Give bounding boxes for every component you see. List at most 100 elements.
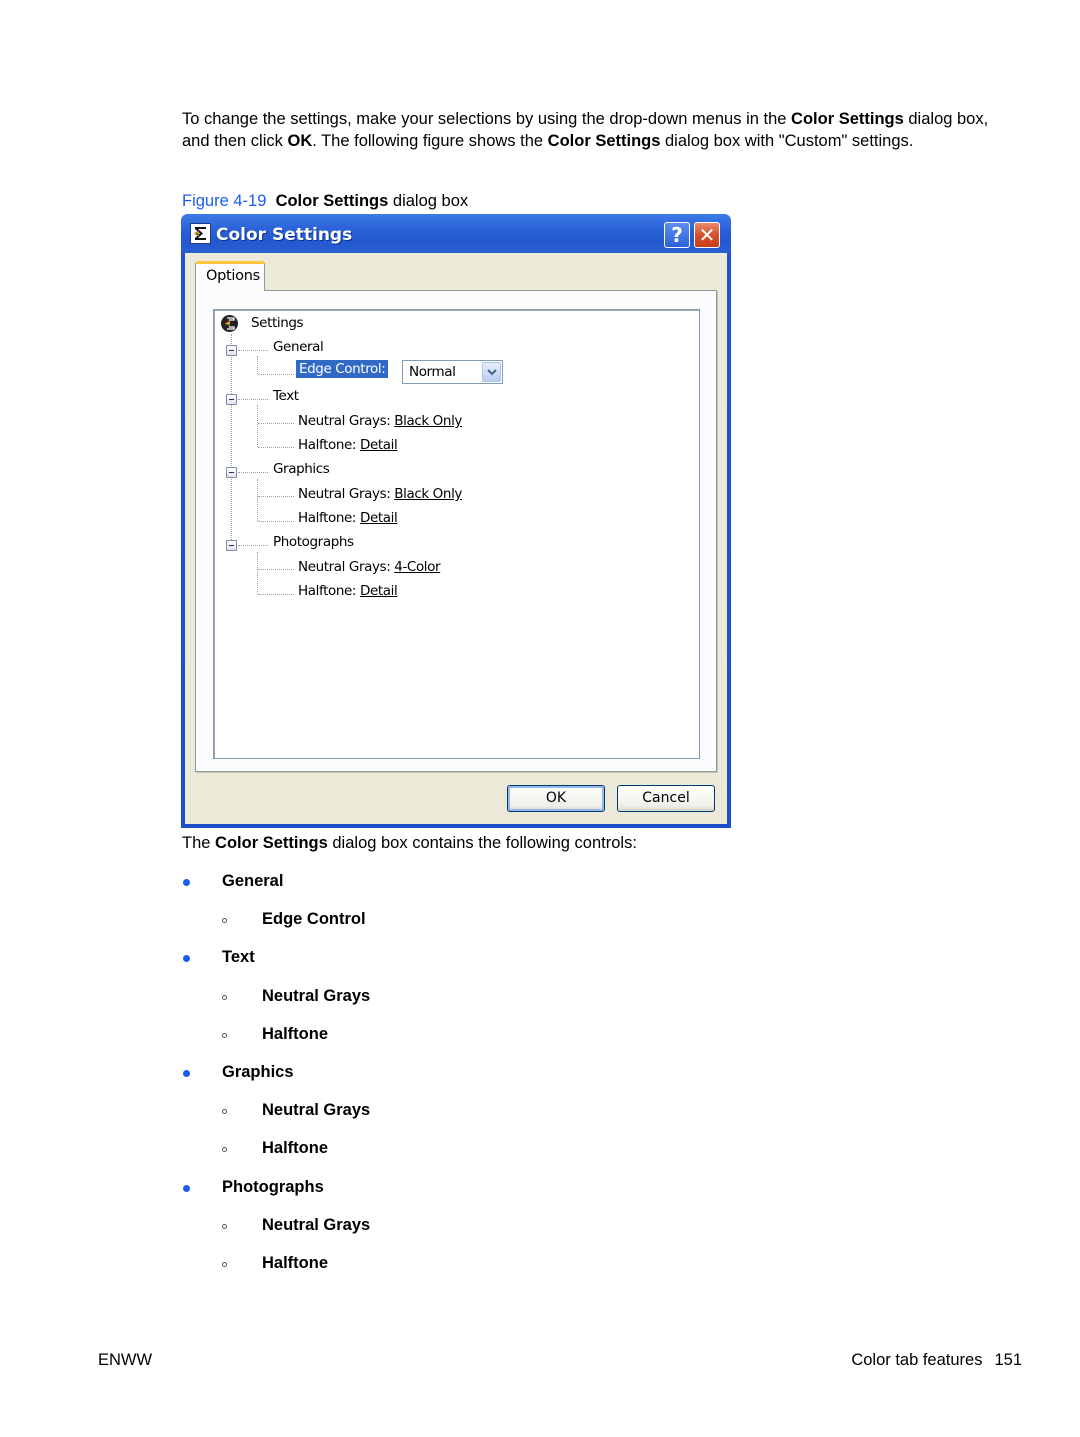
setting-label: Neutral Grays: [298, 413, 395, 429]
bullet-icon [183, 1070, 190, 1077]
footer-left: ENWW [98, 1351, 153, 1369]
sub-bullet-icon [222, 994, 227, 1000]
settings-root-icon [220, 314, 239, 333]
tree-connector [258, 569, 294, 570]
setting-label: Halftone: [298, 437, 360, 453]
setting-value-link[interactable]: Detail [360, 583, 398, 599]
tree-node-graphics-neutral-grays[interactable]: Neutral Grays: Black Only [298, 486, 462, 502]
intro-bold: Color Settings [547, 131, 661, 150]
tree-node-photographs-neutral-grays[interactable]: Neutral Grays: 4-Color [298, 559, 441, 575]
tree-connector [258, 374, 294, 375]
sub-list-item: Neutral Grays [262, 1101, 371, 1120]
tree-connector [257, 356, 258, 374]
footer-section: Color tab features [851, 1351, 983, 1369]
printer-app-icon [190, 223, 211, 244]
ok-button[interactable]: OK [507, 785, 605, 812]
sub-list-item: Edge Control [262, 910, 366, 929]
setting-label: Neutral Grays: [298, 486, 395, 502]
tree-connector [257, 552, 258, 594]
setting-label: Halftone: [298, 583, 360, 599]
figure-title-rest: dialog box [388, 192, 469, 210]
footer-right: Color tab features 151 [851, 1351, 1022, 1370]
sub-list-item: Halftone [262, 1254, 328, 1272]
collapse-icon[interactable] [226, 540, 237, 551]
tree-node-photographs[interactable]: Photographs [273, 534, 354, 550]
summary-paragraph: The Color Settings dialog box contains t… [182, 834, 637, 853]
bullet-icon [183, 879, 190, 886]
setting-value-link[interactable]: 4-Color [394, 559, 440, 575]
edge-control-label[interactable]: Edge Control: [296, 360, 389, 378]
sub-list-item: Halftone [262, 1024, 328, 1043]
cancel-button[interactable]: Cancel [617, 785, 715, 812]
options-tab-panel: Settings General Edge Control: Normal Te… [195, 290, 717, 772]
intro-bold: OK [287, 131, 313, 150]
setting-value-link[interactable]: Black Only [394, 486, 462, 502]
tree-node-photographs-halftone[interactable]: Halftone: Detail [298, 583, 398, 599]
figure-title-bold: Color Settings [275, 192, 389, 210]
setting-label: Neutral Grays: [298, 559, 395, 575]
edge-control-value: Normal [409, 364, 456, 380]
sub-bullet-icon [222, 1109, 227, 1115]
intro-paragraph: To change the settings, make your select… [182, 109, 1012, 152]
tree-node-graphics-halftone[interactable]: Halftone: Detail [298, 510, 398, 526]
intro-text: dialog box with "Custom" settings. [660, 131, 914, 150]
tree-node-general[interactable]: General [273, 339, 324, 355]
figure-label: Figure 4-19 [182, 192, 267, 210]
bullet-icon [183, 1184, 190, 1192]
color-settings-dialog: Color Settings ? ✕ Options Settings Gene… [181, 214, 731, 828]
tree-connector [231, 334, 232, 546]
tree-connector [257, 405, 258, 447]
sub-list-item: Neutral Grays [262, 1215, 371, 1234]
help-button[interactable]: ? [664, 222, 690, 248]
setting-value-link[interactable]: Detail [360, 437, 398, 453]
list-item: Photographs [222, 1177, 324, 1196]
sub-bullet-icon [222, 1262, 227, 1267]
tree-node-text-neutral-grays[interactable]: Neutral Grays: Black Only [298, 413, 462, 429]
list-item: Text [222, 948, 255, 967]
tree-connector [238, 472, 268, 473]
list-item: General [222, 872, 284, 890]
dialog-title: Color Settings [216, 225, 353, 245]
setting-label: Halftone: [298, 510, 360, 526]
tree-connector [258, 423, 294, 424]
sub-bullet-icon [222, 1223, 227, 1229]
tree-connector [258, 496, 294, 497]
sub-list-item: Halftone [262, 1139, 328, 1158]
tree-connector [238, 545, 268, 546]
summary-text: The [182, 834, 216, 852]
dialog-client-area: Options Settings General Edge Control: N… [185, 253, 727, 824]
tree-connector [258, 447, 294, 448]
tree-connector [257, 479, 258, 521]
list-item: Graphics [222, 1063, 294, 1081]
tree-connector [258, 521, 294, 522]
title-bar[interactable]: Color Settings ? ✕ [181, 214, 731, 253]
settings-tree[interactable]: Settings General Edge Control: Normal Te… [213, 309, 700, 759]
intro-text: To change the settings, make your select… [182, 110, 792, 128]
intro-bold: Color Settings [791, 110, 904, 128]
intro-text: . The following figure shows the [312, 131, 548, 150]
summary-text: dialog box contains the following contro… [327, 834, 637, 852]
edge-control-dropdown[interactable]: Normal [402, 360, 503, 384]
tree-node-graphics[interactable]: Graphics [273, 461, 330, 477]
figure-caption: Figure 4-19 Color Settings dialog box [182, 191, 468, 211]
chevron-down-icon[interactable] [482, 362, 501, 382]
sub-list-item: Neutral Grays [262, 986, 371, 1005]
tree-node-settings[interactable]: Settings [251, 315, 304, 331]
sub-bullet-icon [222, 918, 227, 924]
summary-bold: Color Settings [215, 834, 328, 852]
tree-connector [238, 399, 268, 400]
tree-connector [258, 594, 294, 595]
sub-bullet-icon [222, 1032, 227, 1038]
tab-options[interactable]: Options [195, 261, 265, 291]
tree-node-text-halftone[interactable]: Halftone: Detail [298, 437, 398, 453]
collapse-icon[interactable] [226, 345, 237, 356]
tree-connector [238, 350, 268, 351]
collapse-icon[interactable] [226, 467, 237, 478]
page-number: 151 [994, 1351, 1022, 1369]
tree-node-text[interactable]: Text [273, 388, 299, 404]
setting-value-link[interactable]: Detail [360, 510, 398, 526]
collapse-icon[interactable] [226, 394, 237, 405]
sub-bullet-icon [222, 1147, 227, 1153]
close-button[interactable]: ✕ [694, 222, 720, 248]
setting-value-link[interactable]: Black Only [394, 413, 462, 429]
